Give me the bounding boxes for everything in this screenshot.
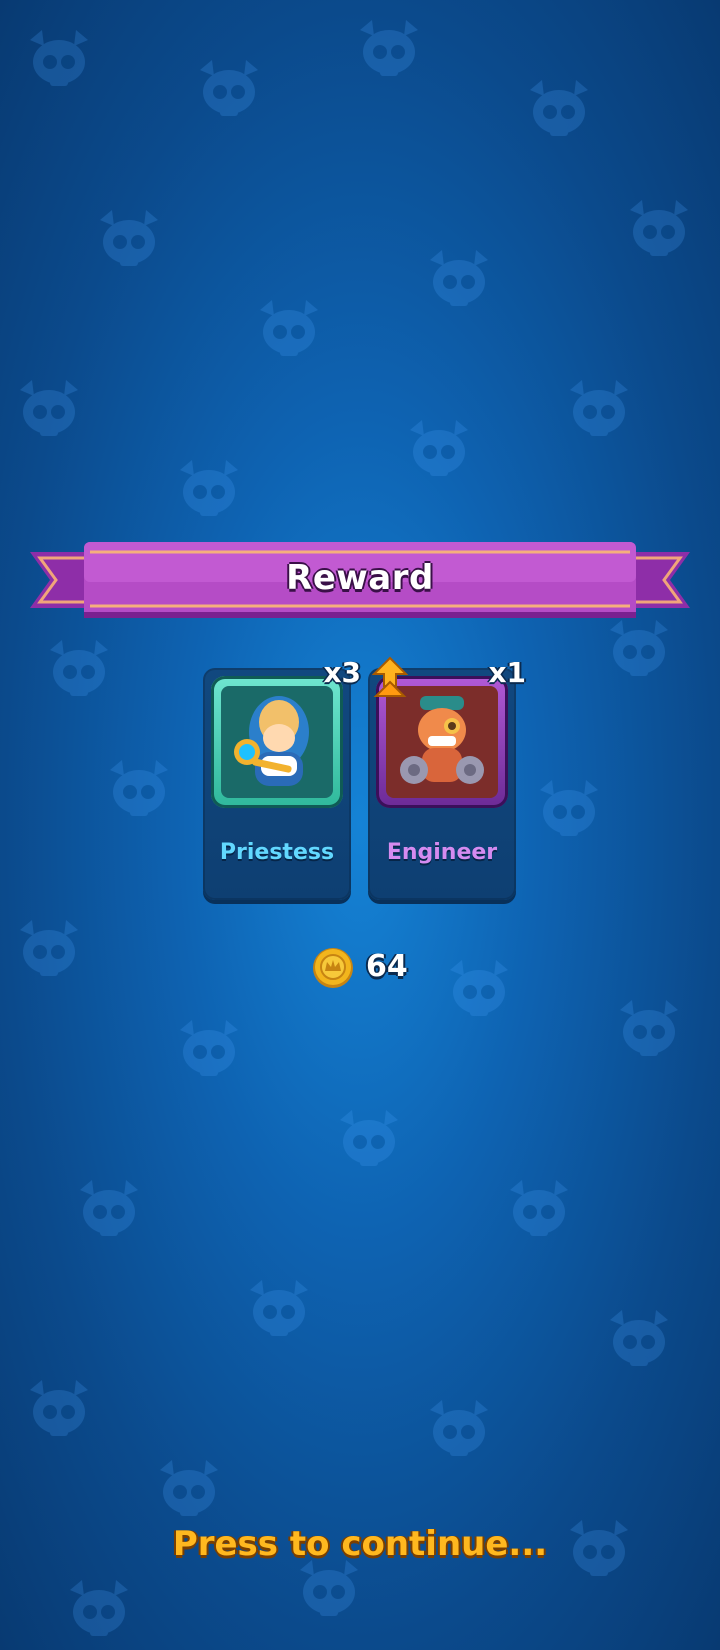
priestess-portrait-frame xyxy=(211,676,343,808)
skull-helmet-icon xyxy=(20,380,78,436)
reward-banner: Reward xyxy=(30,540,690,620)
skull-helmet-icon xyxy=(430,250,488,306)
skull-helmet-icon xyxy=(450,960,508,1016)
engineer-name: Engineer xyxy=(386,840,498,865)
skull-helmet-icon xyxy=(540,780,598,836)
skull-helmet-icon xyxy=(530,80,588,136)
skull-helmet-icon xyxy=(20,920,78,976)
skull-helmet-icon xyxy=(80,1180,138,1236)
skull-helmet-icon xyxy=(430,1400,488,1456)
skull-helmet-icon xyxy=(610,620,668,676)
skull-helmet-icon xyxy=(100,210,158,266)
skull-helmet-icon xyxy=(50,640,108,696)
reward-card-priestess[interactable]: x3 Priestess xyxy=(203,656,361,900)
continue-prompt[interactable]: Press to continue... xyxy=(0,1524,720,1564)
coin-value: 64 xyxy=(366,949,408,984)
skull-helmet-icon xyxy=(360,20,418,76)
crown-coin-icon xyxy=(313,948,353,988)
skull-helmet-icon xyxy=(30,1380,88,1436)
priestess-icon xyxy=(234,696,309,786)
banner-title: Reward xyxy=(286,558,434,598)
upgrade-arrow-icon xyxy=(372,656,408,697)
skull-helmet-icon xyxy=(630,200,688,256)
skull-helmet-icon xyxy=(250,1280,308,1336)
background-pattern xyxy=(0,0,720,1650)
priestess-portrait xyxy=(221,686,333,798)
reward-card-engineer[interactable]: x1 Engineer xyxy=(368,656,526,900)
skull-helmet-icon xyxy=(510,1180,568,1236)
skull-helmet-icon xyxy=(260,300,318,356)
skull-helmet-icon xyxy=(180,460,238,516)
skull-helmet-icon xyxy=(70,1580,128,1636)
engineer-icon xyxy=(400,696,484,784)
priestess-name: Priestess xyxy=(219,840,335,865)
skull-helmet-icon xyxy=(160,1460,218,1516)
skull-helmet-icon xyxy=(620,1000,678,1056)
coin-reward: 64 xyxy=(312,947,422,991)
skull-helmet-icon xyxy=(200,60,258,116)
skull-helmet-icon xyxy=(110,760,168,816)
skull-helmet-icon xyxy=(340,1110,398,1166)
skull-helmet-icon xyxy=(30,30,88,86)
skull-helmet-icon xyxy=(610,1310,668,1366)
skull-helmet-icon xyxy=(410,420,468,476)
priestess-count: x3 xyxy=(323,656,361,689)
skull-helmet-icon xyxy=(180,1020,238,1076)
engineer-count: x1 xyxy=(488,656,526,689)
skull-helmet-icon xyxy=(570,380,628,436)
engineer-portrait xyxy=(386,686,498,798)
skull-helmet-icon xyxy=(300,1560,358,1616)
